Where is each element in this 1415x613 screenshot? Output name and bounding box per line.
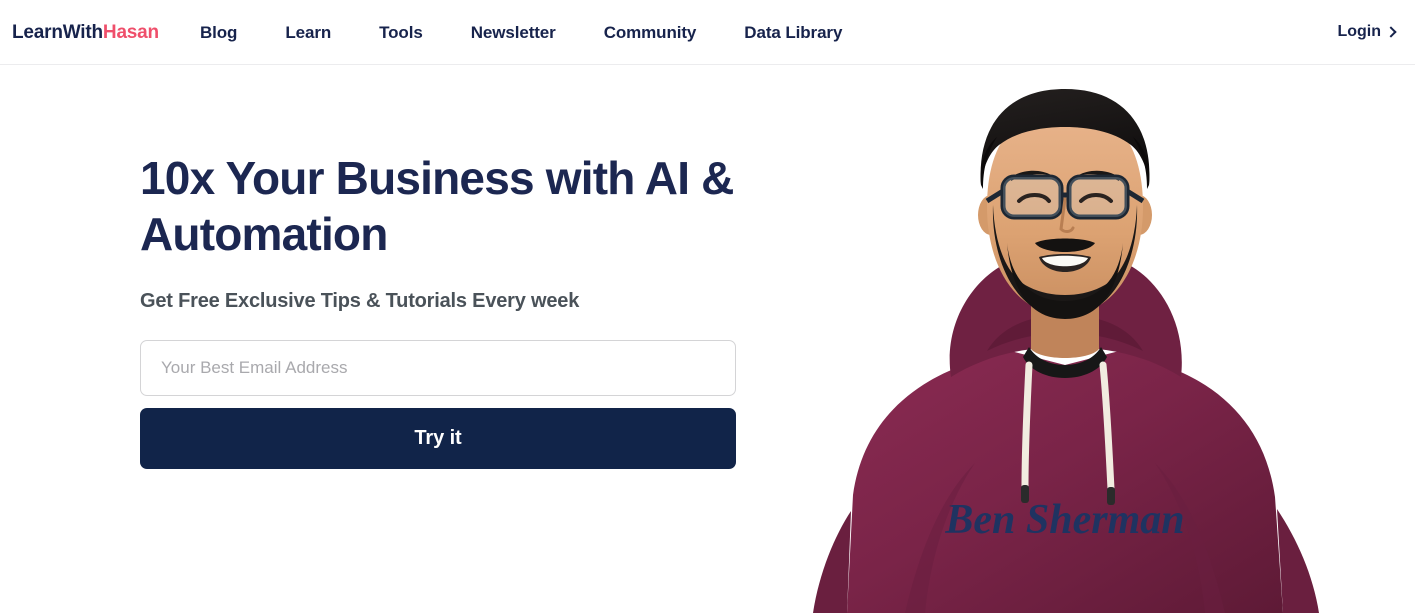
nav-item-newsletter[interactable]: Newsletter xyxy=(447,24,580,41)
nav-item-learn[interactable]: Learn xyxy=(261,24,355,41)
newsletter-signup-form: Try it xyxy=(140,340,750,470)
person-portrait-illustration: Ben Sherman xyxy=(735,65,1415,613)
header-actions: Login xyxy=(1337,23,1397,40)
site-logo[interactable]: LearnWithHasan xyxy=(12,23,159,42)
main-navigation: Blog Learn Tools Newsletter Community Da… xyxy=(200,24,866,41)
hero-headline: 10x Your Business with AI & Automation xyxy=(140,152,734,261)
hero-copy: 10x Your Business with AI & Automation G… xyxy=(140,150,750,470)
hero-photo: Ben Sherman xyxy=(735,65,1415,613)
login-label: Login xyxy=(1337,23,1381,40)
nav-item-blog[interactable]: Blog xyxy=(200,24,261,41)
logo-text-primary: LearnWith xyxy=(12,21,103,43)
nav-item-community[interactable]: Community xyxy=(580,24,721,41)
try-it-button[interactable]: Try it xyxy=(140,408,736,470)
logo-text-accent: Hasan xyxy=(102,21,159,43)
nav-item-data-library[interactable]: Data Library xyxy=(720,24,866,41)
login-button[interactable]: Login xyxy=(1337,23,1397,40)
hero-subheadline: Get Free Exclusive Tips & Tutorials Ever… xyxy=(140,290,580,313)
nav-item-tools[interactable]: Tools xyxy=(355,24,447,41)
site-header: LearnWithHasan Blog Learn Tools Newslett… xyxy=(0,0,1415,65)
landing-page: LearnWithHasan Blog Learn Tools Newslett… xyxy=(0,0,1415,613)
hoodie-brand-text: Ben Sherman xyxy=(944,497,1184,543)
email-input[interactable] xyxy=(140,340,736,397)
chevron-right-icon xyxy=(1385,26,1397,38)
hero-section: 10x Your Business with AI & Automation G… xyxy=(0,65,1415,613)
